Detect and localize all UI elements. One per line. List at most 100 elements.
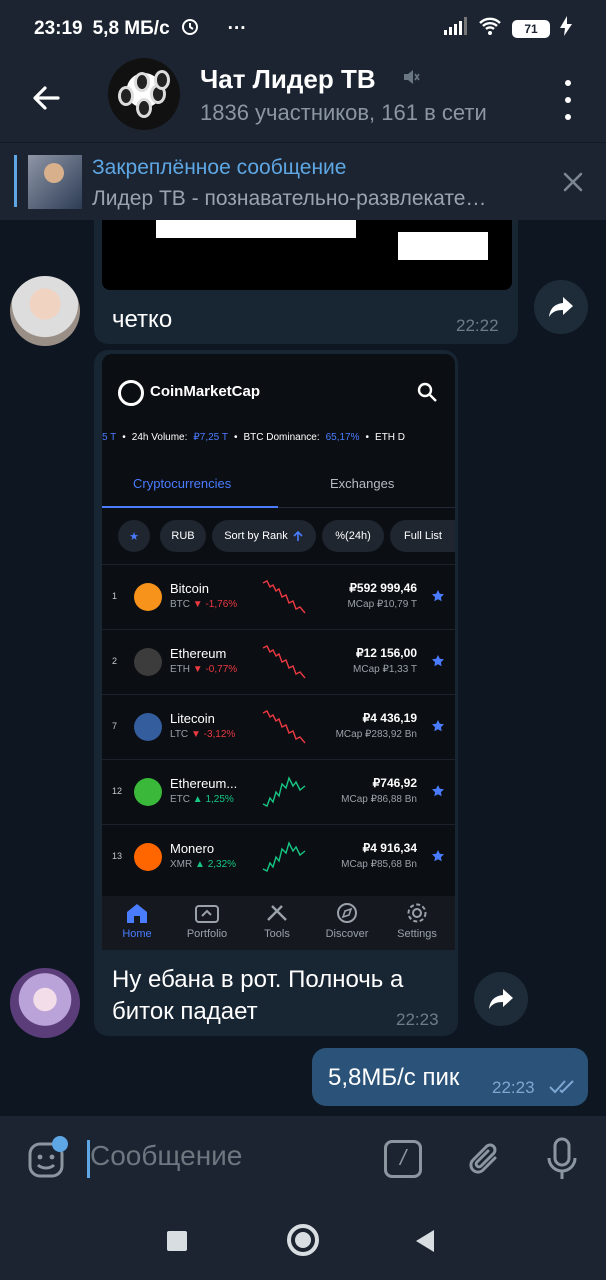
coin-icon — [134, 778, 162, 806]
coin-name: Monero — [170, 841, 215, 856]
forward-button[interactable] — [534, 280, 588, 334]
filter-currency: RUB — [160, 520, 206, 552]
recent-apps-button[interactable] — [167, 1231, 187, 1251]
clock: 23:19 — [34, 18, 83, 39]
message-text: четко — [112, 306, 173, 333]
composer: Сообщение / — [0, 1116, 606, 1200]
pinned-message-bar[interactable]: Закреплённое сообщение Лидер ТВ - познав… — [0, 142, 606, 220]
arrow-up-icon — [293, 530, 303, 541]
back-arrow-icon[interactable] — [28, 78, 68, 118]
message-image[interactable]: CoinMarketCap 5 T • 24h Volume: ₽7,25 T • … — [102, 354, 455, 950]
cmc-header: CoinMarketCap — [102, 372, 455, 414]
message-time: 22:22 — [456, 316, 499, 335]
nav-portfolio: Portfolio — [172, 902, 242, 940]
message-bubble[interactable]: четко 22:22 — [94, 220, 518, 344]
cmc-logo-icon — [118, 380, 144, 406]
coin-rank: 2 — [112, 656, 118, 666]
home-icon — [127, 904, 147, 923]
cmc-app-name: CoinMarketCap — [150, 383, 261, 400]
home-button[interactable] — [287, 1224, 319, 1256]
coin-symbol: ETH — [170, 664, 190, 675]
muted-icon — [402, 68, 420, 91]
coin-row: 12 Ethereum... ETC ▲ 1,25% ₽746,92 MCap ₽86,… — [102, 759, 455, 823]
chat-members-count: 1836 участников, 161 в сети — [200, 100, 487, 125]
message-time: 22:23 — [396, 1010, 439, 1029]
message-time: 22:23 — [492, 1078, 535, 1097]
more-options-icon[interactable] — [560, 80, 576, 120]
compass-icon — [337, 903, 357, 923]
pinned-accent-line — [14, 155, 17, 207]
tools-icon — [267, 905, 287, 921]
nav-settings: Settings — [382, 902, 452, 940]
coin-icon — [134, 648, 162, 676]
coin-market-cap: MCap ₽1,33 T — [353, 664, 417, 675]
ticker-dominance-label: BTC Dominance: — [243, 431, 320, 443]
close-pinned-icon[interactable] — [560, 169, 586, 195]
nav-home-label: Home — [122, 928, 152, 940]
alarm-icon — [180, 16, 200, 42]
ticker-lead: 5 T — [102, 431, 117, 443]
message-input[interactable]: Сообщение — [90, 1140, 242, 1172]
coin-name: Ethereum — [170, 646, 227, 661]
coin-rank: 13 — [112, 851, 123, 861]
forward-button[interactable] — [474, 972, 528, 1026]
system-back-button[interactable] — [416, 1230, 434, 1252]
coin-market-cap: MCap ₽10,79 T — [347, 599, 417, 610]
filter-sort: Sort by Rank — [212, 520, 316, 552]
coin-name: Ethereum... — [170, 776, 238, 791]
sparkline-chart — [262, 710, 306, 744]
coin-symbol-change: XMR ▲ 2,32% — [170, 859, 236, 870]
message-bubble[interactable]: CoinMarketCap 5 T • 24h Volume: ₽7,25 T • … — [94, 350, 458, 1036]
cmc-bottom-nav: Home Portfolio Tools Discover Settings — [102, 896, 455, 950]
microphone-icon[interactable] — [542, 1136, 582, 1182]
message-text: 5,8МБ/с пик — [328, 1064, 460, 1091]
coin-change: ▼ -3,12% — [190, 729, 236, 740]
coin-name: Litecoin — [170, 711, 215, 726]
chat-title[interactable]: Чат Лидер ТВ — [200, 64, 376, 95]
more-notifications: ··· — [227, 18, 247, 39]
coin-rank: 1 — [112, 591, 118, 601]
bot-commands-button[interactable]: / — [384, 1140, 422, 1178]
star-icon — [432, 655, 444, 667]
coin-symbol-change: BTC ▼ -1,76% — [170, 599, 237, 610]
star-icon — [432, 720, 444, 732]
coin-symbol-change: LTC ▼ -3,12% — [170, 729, 235, 740]
coin-row: 1 Bitcoin BTC ▼ -1,76% ₽592 999,46 MCap ₽10,… — [102, 564, 455, 628]
paperclip-icon[interactable] — [466, 1138, 504, 1180]
sparkline-chart — [262, 841, 306, 872]
coin-price: ₽592 999,46 — [349, 581, 417, 595]
message-list[interactable]: четко 22:22 CoinMarketCap 5 T • 24h Volum… — [0, 220, 606, 1116]
coin-symbol-change: ETC ▲ 1,25% — [170, 794, 234, 805]
coin-symbol-change: ETH ▼ -0,77% — [170, 664, 237, 675]
tab-exchanges: Exchanges — [330, 476, 395, 491]
star-icon — [432, 785, 444, 797]
new-stickers-dot — [52, 1136, 68, 1152]
coin-market-cap: MCap ₽86,88 Bn — [341, 794, 417, 805]
coin-change: ▼ -0,77% — [192, 664, 238, 675]
star-icon — [432, 590, 444, 602]
coin-icon — [134, 843, 162, 871]
coin-market-cap: MCap ₽283,92 Bn — [335, 729, 417, 740]
message-bubble-outgoing[interactable]: 5,8МБ/с пик 22:23 — [312, 1048, 588, 1106]
signal-icon — [444, 17, 468, 41]
pinned-thumbnail — [28, 155, 82, 209]
market-ticker: 5 T • 24h Volume: ₽7,25 T • BTC Dominance:… — [102, 431, 406, 443]
nav-discover-label: Discover — [325, 928, 369, 940]
user-avatar[interactable] — [10, 276, 80, 346]
ticker-dominance-value: 65,17% — [325, 431, 360, 443]
star-icon — [432, 850, 444, 862]
nav-portfolio-label: Portfolio — [186, 928, 228, 940]
user-avatar[interactable] — [10, 968, 80, 1038]
coin-price: ₽4 916,34 — [362, 841, 417, 855]
coin-symbol: XMR — [170, 859, 193, 870]
chat-header: Чат Лидер ТВ 1836 участников, 161 в сети — [0, 58, 606, 142]
active-tab-indicator — [102, 506, 278, 508]
message-image[interactable] — [102, 220, 512, 290]
gear-icon — [407, 903, 427, 923]
filter-full-list: Full List — [390, 520, 455, 552]
coin-price: ₽12 156,00 — [355, 646, 417, 660]
group-avatar[interactable] — [108, 58, 180, 130]
charging-icon — [560, 16, 572, 42]
cmc-tabs: Cryptocurrencies Exchanges — [102, 466, 455, 508]
coin-icon — [134, 583, 162, 611]
